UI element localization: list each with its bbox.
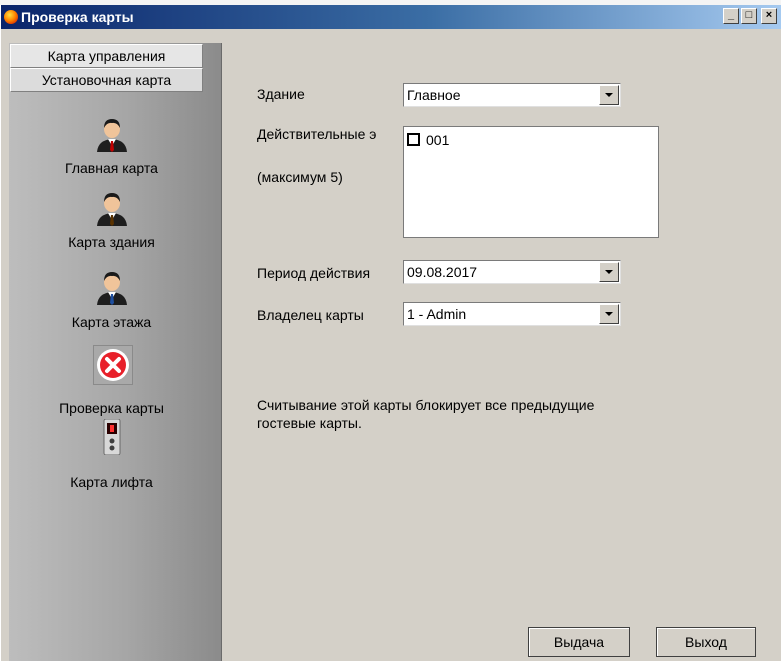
tab-management-card[interactable]: Карта управления — [10, 44, 203, 68]
building-select[interactable]: Главное — [403, 83, 621, 107]
owner-label: Владелец карты — [257, 307, 364, 323]
sidebar-item-building-card[interactable]: Карта здания — [9, 190, 214, 260]
checkbox-icon[interactable] — [407, 133, 420, 146]
sidebar: Карта управления Установочная карта Глав… — [9, 43, 222, 661]
title-bar[interactable]: Проверка карты _ □ × — [1, 5, 781, 29]
chevron-down-icon[interactable] — [599, 85, 619, 105]
valid-floors-label: Действительные э — [257, 126, 377, 142]
period-select[interactable]: 09.08.2017 — [403, 260, 621, 284]
sidebar-item-label: Карта этажа — [71, 314, 152, 330]
info-text: Считывание этой карты блокирует все пред… — [257, 396, 697, 432]
sidebar-item-card-check[interactable]: Проверка карты — [9, 345, 214, 416]
chevron-down-icon[interactable] — [599, 304, 619, 324]
sidebar-item-label: Карта лифта — [70, 474, 153, 490]
person-red-tie-icon — [97, 119, 127, 152]
maximize-button[interactable]: □ — [741, 8, 757, 24]
owner-select[interactable]: 1 - Admin — [403, 302, 621, 326]
sidebar-item-main-card[interactable]: Главная карта — [9, 116, 214, 186]
info-line-2: гостевые карты. — [257, 415, 362, 431]
main-panel: Здание Главное Действительные э (максиму… — [223, 43, 781, 661]
sidebar-item-label: Карта здания — [68, 234, 155, 250]
elevator-panel-icon — [103, 419, 121, 455]
person-brown-tie-icon — [97, 193, 127, 226]
close-button[interactable]: × — [761, 8, 777, 24]
tab-setup-card[interactable]: Установочная карта — [10, 68, 203, 92]
sidebar-item-floor-card[interactable]: Карта этажа — [9, 269, 214, 339]
info-line-1: Считывание этой карты блокирует все пред… — [257, 397, 595, 413]
floor-label: 001 — [426, 132, 450, 148]
period-label: Период действия — [257, 265, 371, 281]
issue-button[interactable]: Выдача — [528, 627, 630, 657]
building-select-value: Главное — [407, 87, 461, 103]
sidebar-item-elevator-card[interactable]: Карта лифта — [9, 419, 214, 490]
minimize-button[interactable]: _ — [723, 8, 739, 24]
building-label: Здание — [257, 86, 305, 102]
chevron-down-icon[interactable] — [599, 262, 619, 282]
period-select-value: 09.08.2017 — [407, 264, 478, 280]
selected-frame — [93, 345, 133, 385]
floors-list[interactable]: 001 — [403, 126, 659, 238]
card-check-window: Проверка карты _ □ × Карта управления Ус… — [0, 5, 781, 661]
error-x-icon — [97, 349, 129, 381]
owner-select-value: 1 - Admin — [407, 306, 467, 322]
exit-button[interactable]: Выход — [656, 627, 756, 657]
sidebar-item-label: Главная карта — [65, 160, 158, 176]
max-floors-hint: (максимум 5) — [257, 169, 343, 185]
window-title: Проверка карты — [21, 9, 134, 25]
person-blue-tie-icon — [97, 272, 127, 305]
app-logo-icon — [4, 10, 18, 24]
sidebar-item-label: Проверка карты — [59, 400, 164, 416]
